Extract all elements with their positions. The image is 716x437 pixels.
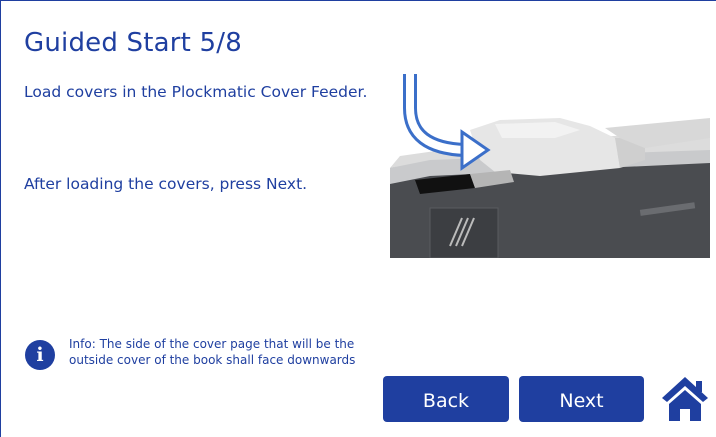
instruction-load-covers: Load covers in the Plockmatic Cover Feed… <box>24 83 368 101</box>
info-text: Info: The side of the cover page that wi… <box>69 337 356 367</box>
home-icon[interactable] <box>660 374 710 424</box>
cover-feeder-illustration <box>390 74 710 258</box>
page-title: Guided Start 5/8 <box>24 28 242 58</box>
next-button[interactable]: Next <box>519 376 644 422</box>
back-button[interactable]: Back <box>383 376 509 422</box>
info-icon: i <box>25 340 55 370</box>
instruction-press-next: After loading the covers, press Next. <box>24 175 308 193</box>
